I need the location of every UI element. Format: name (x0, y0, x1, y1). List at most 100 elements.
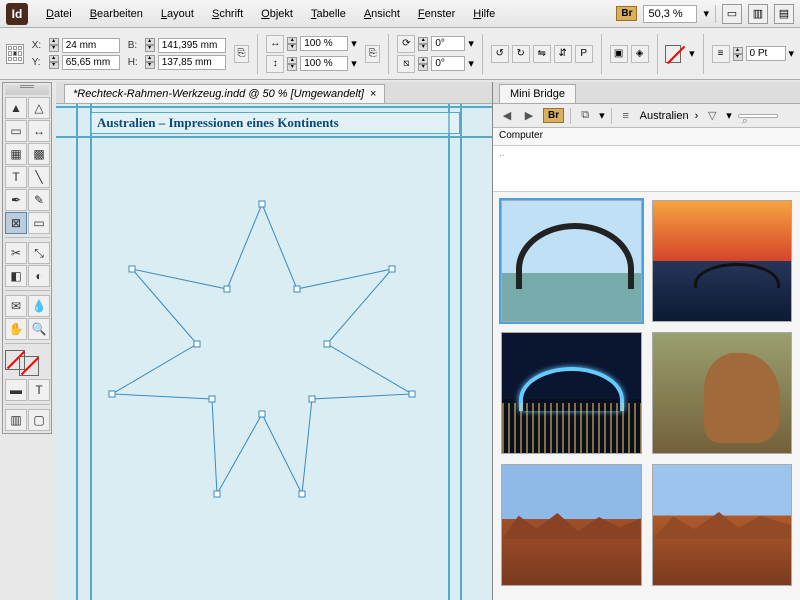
document-canvas[interactable]: Australien – Impressionen eines Kontinen… (56, 104, 492, 600)
zoom-tool[interactable]: 🔍 (28, 318, 50, 340)
bridge-folder-area[interactable]: .. (493, 146, 800, 192)
close-icon[interactable]: × (370, 88, 376, 100)
height-input[interactable]: 137,85 mm (158, 55, 226, 70)
constrain-wh-icon[interactable]: ⎘ (234, 45, 250, 63)
dropdown-icon[interactable]: ▾ (689, 47, 695, 60)
content-placer-tool[interactable]: ▩ (28, 143, 50, 165)
rotate-cw-icon[interactable]: ↻ (512, 45, 530, 63)
menu-bearbeiten[interactable]: Bearbeiten (82, 4, 151, 24)
rectangle-tool[interactable]: ▭ (28, 212, 50, 234)
direct-selection-tool[interactable]: △ (28, 97, 50, 119)
dropdown-icon[interactable]: ▾ (351, 57, 357, 70)
fill-none-icon[interactable] (665, 45, 681, 63)
dropdown-icon[interactable]: ▾ (599, 109, 605, 122)
type-tool[interactable]: T (5, 166, 27, 188)
dropdown-icon[interactable]: ▾ (789, 47, 795, 60)
dropdown-icon[interactable]: ▾ (351, 37, 357, 50)
headline-text-frame[interactable]: Australien – Impressionen eines Kontinen… (90, 112, 460, 134)
divider (570, 108, 571, 124)
thumbnail[interactable] (652, 464, 793, 586)
screen-mode-icon[interactable]: ▥ (748, 4, 768, 24)
hand-tool[interactable]: ✋ (5, 318, 27, 340)
eyedropper-tool[interactable]: 💧 (28, 295, 50, 317)
menu-ansicht[interactable]: Ansicht (356, 4, 408, 24)
transform-tool[interactable]: ⤡ (28, 242, 50, 264)
filter-icon[interactable]: ▽ (704, 108, 720, 124)
content-collector-tool[interactable]: ▦ (5, 143, 27, 165)
guide-vertical (90, 104, 92, 600)
stroke-swatch[interactable] (19, 356, 39, 376)
format-text-icon[interactable]: T (28, 379, 50, 401)
width-input[interactable]: 141,395 mm (158, 38, 226, 53)
thumbnail[interactable] (501, 464, 642, 586)
view-mode-normal[interactable]: ▥ (5, 409, 27, 431)
frame-tool[interactable]: ⊠ (5, 212, 27, 234)
dropdown-icon[interactable]: ▾ (468, 37, 474, 50)
rotate-input[interactable]: 0° (431, 36, 465, 51)
menu-layout[interactable]: Layout (153, 4, 202, 24)
line-tool[interactable]: ╲ (28, 166, 50, 188)
stroke-input[interactable]: 0 Pt (746, 46, 786, 61)
breadcrumb[interactable]: Australien (640, 110, 689, 122)
menu-fenster[interactable]: Fenster (410, 4, 463, 24)
stroke-icon: ≡ (712, 45, 730, 63)
thumbnail[interactable] (652, 332, 793, 454)
selection-tool[interactable]: ▲ (5, 97, 27, 119)
scale-x-input[interactable]: 100 % (300, 36, 348, 51)
sort-icon[interactable]: ≡ (618, 108, 634, 124)
search-input[interactable] (738, 114, 778, 118)
zoom-dropdown-icon[interactable]: ▾ (703, 7, 709, 20)
panel-view-icon[interactable]: ⧉ (577, 108, 593, 124)
tool-separator (5, 343, 50, 347)
nav-forward-icon[interactable]: ▶ (521, 108, 537, 124)
mini-bridge-panel: Mini Bridge ◀ ▶ Br ⧉ ▾ ≡ Australien › ▽ … (492, 82, 800, 600)
arrange-icon[interactable]: ▤ (774, 4, 794, 24)
gap-tool[interactable]: ↔ (28, 120, 50, 142)
dropdown-icon[interactable]: ▾ (468, 57, 474, 70)
view-mode-icon[interactable]: ▭ (722, 4, 742, 24)
gradient-tool[interactable]: ◧ (5, 265, 27, 287)
select-container-icon[interactable]: ▣ (610, 45, 628, 63)
bridge-app-icon[interactable]: Br (543, 108, 564, 123)
menu-schrift[interactable]: Schrift (204, 4, 251, 24)
toolbox-grip[interactable] (5, 85, 49, 95)
menu-objekt[interactable]: Objekt (253, 4, 301, 24)
gradient-feather-tool[interactable]: ◐ (28, 265, 50, 287)
view-mode-preview[interactable]: ▢ (28, 409, 50, 431)
note-tool[interactable]: ✉ (5, 295, 27, 317)
flip-h-icon[interactable]: ⇋ (533, 45, 551, 63)
scissors-tool[interactable]: ✂ (5, 242, 27, 264)
apply-color-icon[interactable]: ▬ (5, 379, 27, 401)
menu-datei[interactable]: Datei (38, 4, 80, 24)
breadcrumb-chevron-icon[interactable]: › (695, 110, 699, 122)
y-input[interactable]: 65,65 mm (62, 55, 120, 70)
pen-tool[interactable]: ✒ (5, 189, 27, 211)
bridge-path-bar[interactable]: Computer (493, 128, 800, 146)
constrain-scale-icon[interactable]: ⎘ (365, 45, 381, 63)
page-tool[interactable]: ▭ (5, 120, 27, 142)
document-tab[interactable]: *Rechteck-Rahmen-Werkzeug.indd @ 50 % [U… (64, 84, 385, 103)
menu-tabelle[interactable]: Tabelle (303, 4, 354, 24)
flip-v-icon[interactable]: ⇵ (554, 45, 572, 63)
nav-back-icon[interactable]: ◀ (499, 108, 515, 124)
thumbnail[interactable] (652, 200, 793, 322)
rotate-ccw-icon[interactable]: ↺ (491, 45, 509, 63)
pencil-tool[interactable]: ✎ (28, 189, 50, 211)
bridge-badge[interactable]: Br (616, 6, 637, 21)
zoom-field[interactable]: 50,3 % (643, 5, 697, 23)
thumbnail[interactable] (501, 200, 642, 322)
reference-point[interactable] (6, 44, 24, 64)
menu-hilfe[interactable]: Hilfe (465, 4, 503, 24)
divider (257, 34, 258, 74)
p-icon[interactable]: P (575, 45, 593, 63)
guide-vertical (448, 104, 450, 600)
shear-input[interactable]: 0° (431, 56, 465, 71)
thumbnail[interactable] (501, 332, 642, 454)
select-content-icon[interactable]: ◈ (631, 45, 649, 63)
scale-y-input[interactable]: 100 % (300, 56, 348, 71)
mini-bridge-tab[interactable]: Mini Bridge (499, 84, 576, 103)
x-input[interactable]: 24 mm (62, 38, 120, 53)
tool-separator (5, 237, 50, 241)
star-polygon-frame[interactable] (102, 194, 422, 514)
dropdown-icon[interactable]: ▾ (726, 109, 732, 122)
